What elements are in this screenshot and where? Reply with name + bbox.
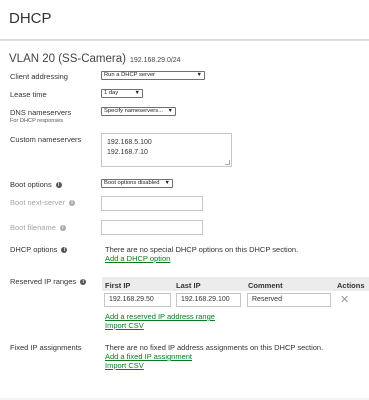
boot-options-label-text: Boot options (10, 180, 52, 189)
client-addressing-label: Client addressing (10, 72, 68, 81)
info-icon[interactable]: i (80, 279, 87, 285)
vlan-name: VLAN 20 (SS-Camera) (9, 53, 126, 65)
reserved-table-header: First IP Last IP Comment Actions (102, 277, 369, 291)
info-icon: i (59, 225, 66, 231)
page-title: DHCP (9, 10, 52, 27)
info-icon[interactable]: i (55, 182, 62, 188)
fixed-ip-assignments-label: Fixed IP assignments (10, 343, 82, 352)
dns-nameservers-label: DNS nameservers (10, 108, 72, 117)
boot-next-server-label-text: Boot next-server (10, 198, 66, 207)
reserved-ip-ranges-label: Reserved IP ranges i (10, 277, 87, 286)
dhcp-options-message: There are no special DHCP options on thi… (105, 245, 299, 254)
comment-input[interactable]: Reserved (247, 293, 331, 307)
dns-nameservers-value: Specify nameservers... (104, 108, 163, 114)
nameserver-line: 192.168.7.10 (107, 148, 148, 156)
reserved-import-csv-link[interactable]: Import CSV (105, 321, 144, 330)
page-header: DHCP (0, 0, 369, 40)
dns-nameservers-select[interactable]: Specify nameservers... ▼ (101, 107, 176, 116)
client-addressing-value: Run a DHCP server (104, 72, 156, 78)
column-header-last-ip: Last IP (176, 281, 201, 290)
lease-time-label: Lease time (10, 90, 47, 99)
nameserver-line: 192.168.5.100 (107, 139, 152, 146)
boot-next-server-input[interactable] (101, 196, 203, 211)
chevron-down-icon: ▼ (134, 90, 140, 96)
custom-nameservers-textarea[interactable]: 192.168.5.100 192.168.7.10 (101, 133, 232, 167)
fixed-ip-message: There are no fixed IP address assignment… (105, 343, 324, 352)
last-ip-input[interactable]: 192.168.29.100 (176, 293, 241, 307)
info-icon: i (69, 200, 76, 206)
boot-filename-label: Boot filename i (10, 223, 66, 232)
boot-options-select[interactable]: Boot options disabled ▼ (101, 179, 173, 188)
chevron-down-icon: ▼ (167, 108, 173, 114)
info-icon[interactable]: i (61, 247, 68, 253)
boot-next-server-label: Boot next-server i (10, 198, 76, 207)
add-dhcp-option-link[interactable]: Add a DHCP option (105, 254, 170, 263)
first-ip-input[interactable]: 192.168.29.50 (104, 293, 171, 307)
resize-grip-icon[interactable] (225, 160, 230, 165)
dhcp-options-label: DHCP options i (10, 245, 68, 254)
add-reserved-range-link[interactable]: Add a reserved IP address range (105, 312, 215, 321)
column-header-comment: Comment (248, 281, 283, 290)
vlan-subnet: 192.168.29.0/24 (129, 57, 181, 64)
boot-filename-input[interactable] (101, 220, 203, 235)
chevron-down-icon: ▼ (164, 180, 170, 186)
boot-filename-label-text: Boot filename (10, 223, 56, 232)
custom-nameservers-label: Custom nameservers (10, 135, 82, 144)
reserved-ip-ranges-label-text: Reserved IP ranges (10, 277, 77, 286)
fixed-import-csv-link[interactable]: Import CSV (105, 361, 144, 370)
boot-options-label: Boot options i (10, 180, 62, 189)
vlan-title: VLAN 20 (SS-Camera) 192.168.29.0/24 (9, 53, 181, 65)
chevron-down-icon: ▼ (196, 72, 202, 78)
x-icon[interactable]: ✕ (340, 295, 349, 306)
client-addressing-select[interactable]: Run a DHCP server ▼ (101, 71, 205, 80)
boot-options-value: Boot options disabled (104, 180, 160, 186)
column-header-actions: Actions (337, 281, 365, 290)
dns-nameservers-sublabel: For DHCP responses (10, 118, 64, 124)
lease-time-value: 1 day (104, 90, 119, 96)
dhcp-options-label-text: DHCP options (10, 245, 58, 254)
dhcp-panel: VLAN 20 (SS-Camera) 192.168.29.0/24 Clien… (0, 40, 369, 398)
column-header-first-ip: First IP (105, 281, 131, 290)
add-fixed-ip-link[interactable]: Add a fixed IP assignment (105, 352, 192, 361)
lease-time-select[interactable]: 1 day ▼ (101, 89, 143, 98)
